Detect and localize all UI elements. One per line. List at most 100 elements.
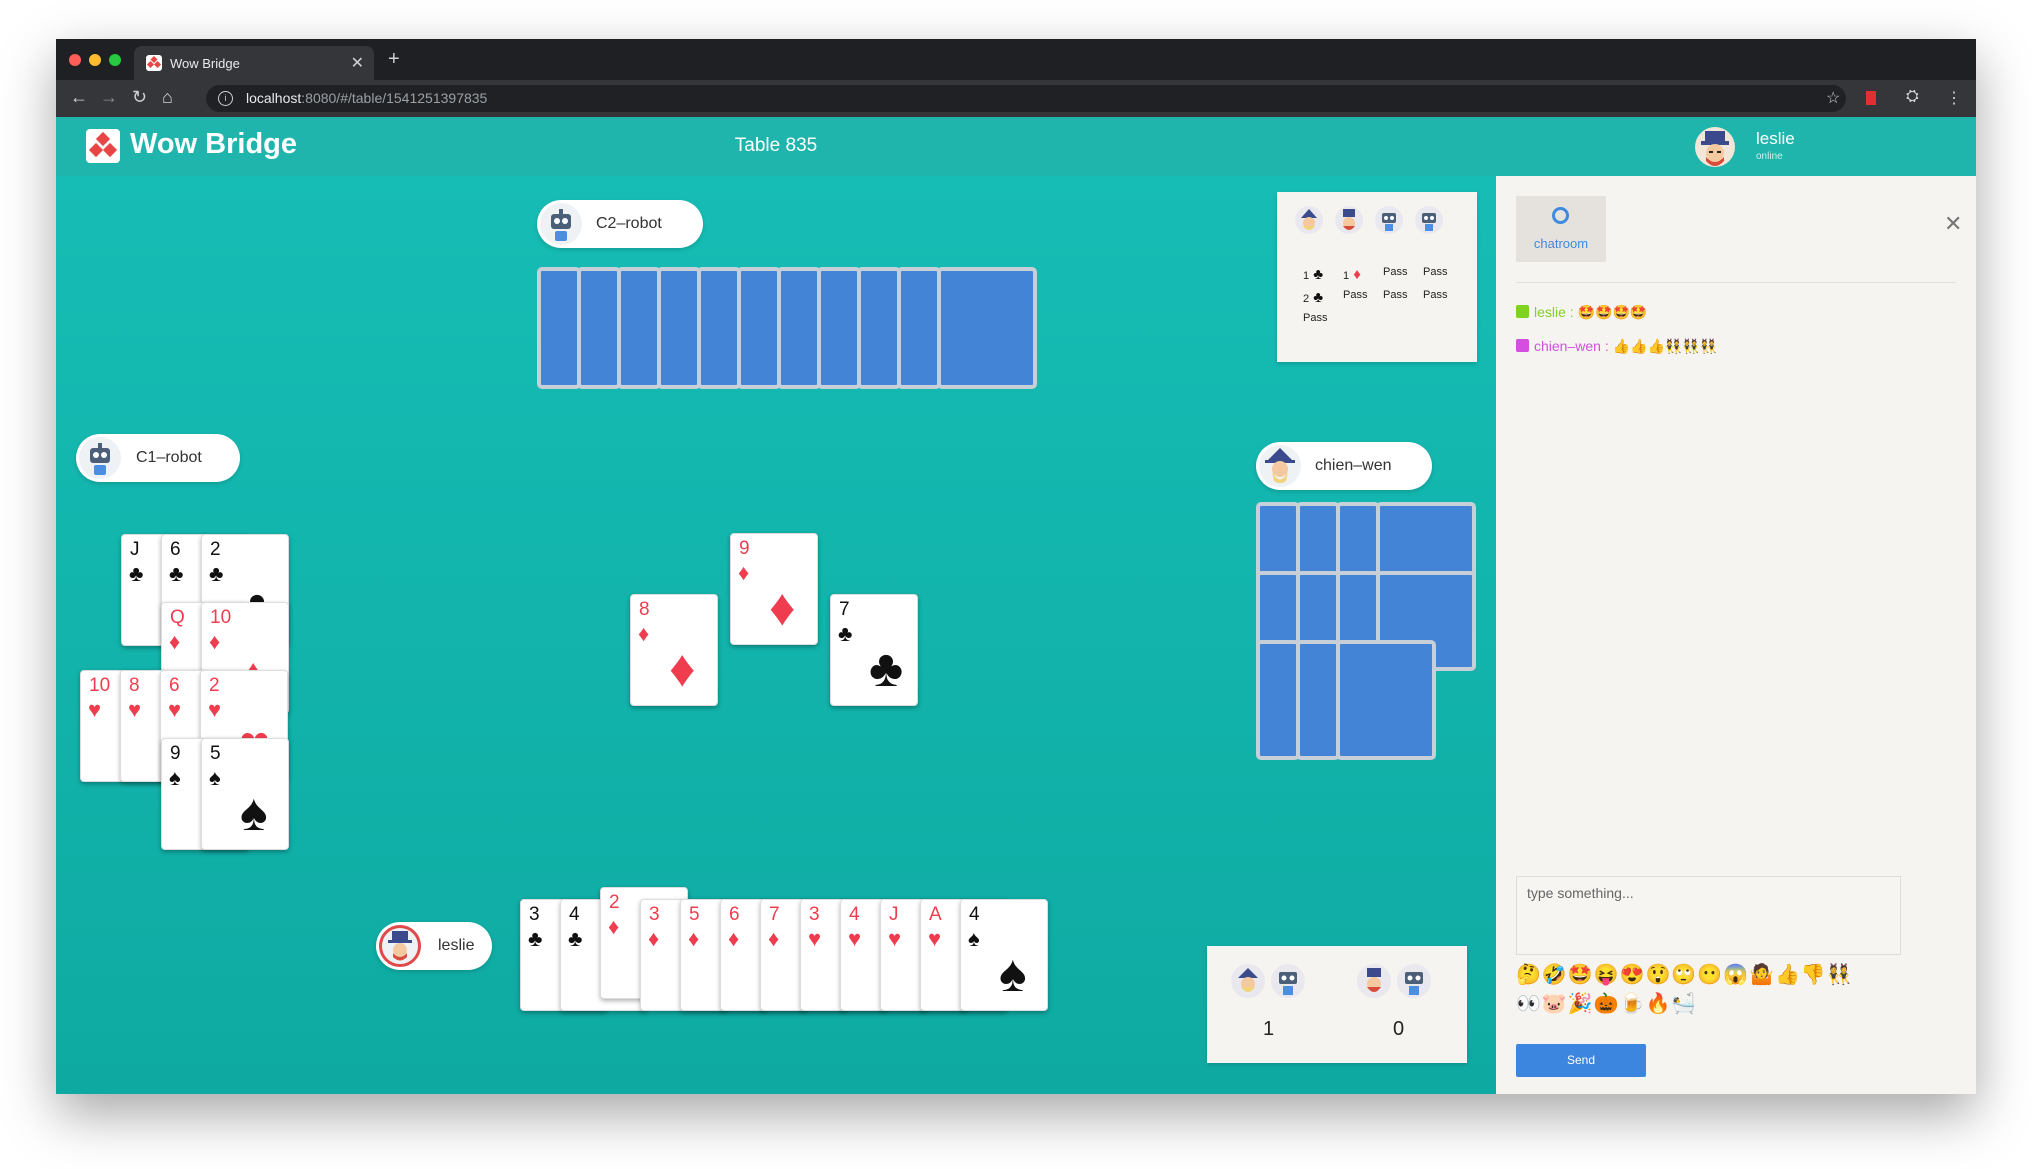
card-suit-icon: ♣ [838,621,853,646]
card-rank: 3 [809,904,820,925]
bid-text: Pass [1423,289,1448,301]
browser-window: Wow Bridge ✕ + ← → ↻ ⌂ i localhost:8080/… [56,39,1976,1094]
player-west-tag: C1–robot [76,434,240,482]
card-back [1296,640,1340,760]
card-suit-icon: ♣ [129,561,144,586]
wizard-avatar-icon [1259,445,1301,487]
card-rank: 4 [569,904,580,925]
card-suit-icon: ♦ [669,640,696,698]
player-south-tag: leslie [376,922,492,970]
card-rank: 6 [169,675,180,696]
address-bar[interactable]: i localhost:8080/#/table/1541251397835 [206,85,1846,112]
divider [1516,282,1956,283]
card-suit-icon: ♠ [169,765,181,790]
card-suit-icon: ♥ [208,697,222,722]
card-back [897,267,941,389]
robot-avatar-icon [1271,964,1305,998]
card-suit-icon: ♦ [169,629,181,654]
card-suit-icon: ♦ [728,926,740,951]
chat-text: 🤩🤩🤩🤩 [1577,304,1648,320]
card-suit-icon: ♥ [888,926,902,951]
score-panel: 1 0 [1207,946,1467,1063]
bid-text: Pass [1383,289,1408,301]
tab-title: Wow Bridge [170,56,240,71]
browser-tab-bar: Wow Bridge ✕ + [56,39,1976,80]
card-suit-icon: ♣ [528,926,543,951]
new-tab-icon[interactable]: + [388,48,400,71]
playing-card: 9 ♦ ♦ [730,533,818,645]
card-rank: 5 [210,743,221,764]
wizard-avatar-icon [1231,964,1265,998]
card-rank: 9 [170,743,181,764]
bid-entry: Pass [1383,266,1407,278]
player-avatar-icon [1357,964,1391,998]
minimize-window-button[interactable] [89,54,101,66]
playing-card: 5 ♠ ♠ [201,738,289,850]
card-rank: A [929,904,942,925]
emoji-picker-row[interactable]: 👀🐷🎉🎃🍺🔥🛀 [1516,991,1697,1016]
player-north-tag: C2–robot [537,200,703,248]
bid-text: Pass [1383,266,1408,278]
menu-dots-icon[interactable]: ⋮ [1946,88,1962,108]
bid-entry: Pass [1423,289,1447,301]
browser-tab[interactable]: Wow Bridge ✕ [134,46,374,80]
bid-entry: Pass [1303,312,1327,324]
card-rank: J [889,904,899,925]
url-path: :8080/#/table/1541251397835 [301,90,488,106]
card-rank: 10 [210,607,232,628]
card-rank: 7 [769,904,780,925]
maximize-window-button[interactable] [109,54,121,66]
chat-panel: chatroom ✕ leslie : 🤩🤩🤩🤩 chien–wen : 👍👍👍👯… [1496,176,1976,1094]
emoji-picker-row[interactable]: 🤔🤣🤩😝😍😲🙄😶😱🤷👍👎👯 [1516,962,1853,987]
card-suit-icon: ♣ [209,561,224,586]
app-header: Wow Bridge Table 835 leslie online [56,117,1976,176]
close-icon[interactable]: ✕ [1944,211,1962,237]
chat-message: chien–wen : 👍👍👍👯👯👯 [1516,338,1717,355]
user-status: online [1756,151,1783,162]
user-badge-icon [1516,339,1529,352]
playing-card: 8 ♦ ♦ [630,594,718,706]
player-east-name: chien–wen [1315,457,1392,474]
tab-chatroom[interactable]: chatroom [1516,196,1606,262]
url-host: localhost [246,90,302,106]
card-rank: 7 [839,599,850,620]
chat-separator: : [1600,338,1613,354]
bookmark-star-icon[interactable]: ☆ [1826,88,1840,108]
card-suit-icon: ♣ [869,640,904,698]
robot-avatar-icon [540,203,582,245]
chat-username: chien–wen [1534,338,1601,354]
playing-card[interactable]: 4 ♠ ♠ [960,899,1048,1011]
card-rank: 2 [210,539,221,560]
card-rank: 8 [129,675,140,696]
forward-icon[interactable]: → [100,87,118,108]
card-suit-icon: ♥ [168,697,182,722]
team-b-score: 0 [1393,1018,1405,1040]
robot-avatar-icon [1415,206,1443,234]
card-rank: 3 [529,904,540,925]
user-badge-icon [1516,305,1529,318]
player-north-name: C2–robot [596,215,662,232]
card-back [1256,640,1300,760]
card-rank: 3 [649,904,660,925]
card-rank: 8 [639,599,650,620]
send-button[interactable]: Send [1516,1044,1646,1077]
bid-text: Pass [1303,312,1328,324]
site-info-icon[interactable]: i [218,91,233,106]
playing-card: 7 ♣ ♣ [830,594,918,706]
game-table: C2–robot C1–robot J♣♣6♣♣2♣♣Q♦♦10♦♦10♥♥8♥… [56,176,1496,1094]
table-title: Table 835 [734,135,818,156]
reload-icon[interactable]: ↻ [132,87,147,108]
chatroom-tab-label: chatroom [1533,236,1589,251]
home-icon[interactable]: ⌂ [162,87,173,108]
back-icon[interactable]: ← [70,87,88,108]
incognito-icon[interactable]: ⛭ [1906,88,1919,106]
bid-suit-icon: ♦ [1349,266,1361,283]
user-avatar[interactable] [1695,127,1735,167]
chat-input[interactable]: type something... [1516,876,1901,955]
close-tab-icon[interactable]: ✕ [351,53,364,73]
close-window-button[interactable] [69,54,81,66]
extension-icon[interactable] [1866,91,1876,105]
card-suit-icon: ♦ [648,926,660,951]
card-suit-icon: ♠ [240,784,268,842]
card-rank: 5 [689,904,700,925]
